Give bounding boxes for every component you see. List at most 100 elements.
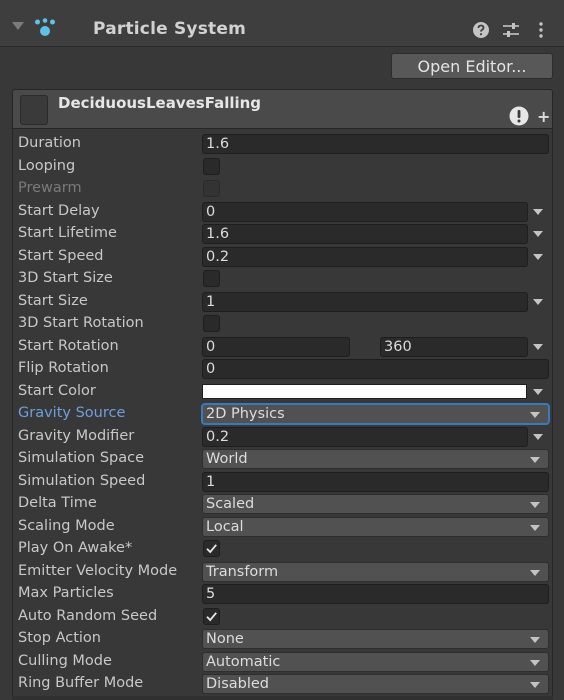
help-icon[interactable]: [472, 21, 490, 39]
start-size-field[interactable]: 1: [202, 292, 528, 312]
row-start-delay: Start Delay 0: [0, 201, 564, 223]
3d-start-size-checkbox[interactable]: [203, 270, 220, 287]
delta-time-dropdown[interactable]: Scaled: [202, 494, 549, 514]
play-on-awake-label: Play On Awake*: [18, 540, 133, 556]
delta-time-value: Scaled: [206, 496, 255, 512]
looping-checkbox[interactable]: [203, 158, 220, 175]
duration-field[interactable]: 1.6: [202, 134, 549, 154]
3d-start-rotation-checkbox[interactable]: [203, 315, 220, 332]
presets-icon[interactable]: [502, 21, 520, 39]
flip-rotation-field[interactable]: 0: [202, 359, 549, 379]
gravity-modifier-mode-dropdown-icon[interactable]: [533, 434, 543, 440]
row-start-color: Start Color: [0, 381, 564, 403]
gravity-modifier-label: Gravity Modifier: [18, 428, 135, 444]
row-3d-start-rotation: 3D Start Rotation: [0, 313, 564, 335]
particle-system-name: DeciduousLeavesFalling: [58, 94, 262, 112]
play-on-awake-checkbox[interactable]: [203, 540, 220, 557]
start-delay-label: Start Delay: [18, 203, 100, 219]
start-rotation-min-field[interactable]: 0: [202, 337, 350, 357]
simulation-speed-label: Simulation Speed: [18, 473, 146, 489]
start-size-label: Start Size: [18, 293, 88, 309]
flip-rotation-label: Flip Rotation: [18, 360, 109, 376]
chevron-down-icon: [530, 412, 540, 418]
stop-action-label: Stop Action: [18, 630, 101, 646]
start-lifetime-field[interactable]: 1.6: [202, 224, 528, 244]
row-gravity-modifier: Gravity Modifier 0.2: [0, 426, 564, 448]
chevron-down-icon: [530, 570, 540, 576]
open-editor-button[interactable]: Open Editor...: [391, 53, 553, 79]
gravity-modifier-field[interactable]: 0.2: [202, 427, 528, 447]
warning-icon[interactable]: [509, 106, 529, 126]
chevron-down-icon: [530, 457, 540, 463]
scaling-mode-label: Scaling Mode: [18, 518, 115, 534]
start-lifetime-mode-dropdown-icon[interactable]: [533, 231, 543, 237]
row-scaling-mode: Scaling Mode Local: [0, 516, 564, 538]
start-rotation-label: Start Rotation: [18, 338, 119, 354]
component-title: Particle System: [93, 19, 246, 39]
row-auto-random-seed: Auto Random Seed: [0, 606, 564, 628]
add-icon[interactable]: +: [537, 109, 550, 125]
scaling-mode-dropdown[interactable]: Local: [202, 517, 549, 537]
prewarm-label: Prewarm: [18, 180, 82, 196]
row-looping: Looping: [0, 156, 564, 178]
culling-mode-value: Automatic: [206, 654, 281, 670]
start-rotation-mode-dropdown-icon[interactable]: [533, 344, 543, 350]
auto-random-seed-checkbox[interactable]: [203, 608, 220, 625]
scaling-mode-value: Local: [206, 519, 244, 535]
delta-time-label: Delta Time: [18, 495, 97, 511]
row-simulation-speed: Simulation Speed 1: [0, 471, 564, 493]
ring-buffer-mode-dropdown[interactable]: Disabled: [202, 674, 549, 694]
max-particles-field[interactable]: 5: [202, 584, 549, 604]
row-3d-start-size: 3D Start Size: [0, 268, 564, 290]
row-start-speed: Start Speed 0.2: [0, 246, 564, 268]
simulation-space-dropdown[interactable]: World: [202, 449, 549, 469]
max-particles-label: Max Particles: [18, 585, 114, 601]
gravity-source-label: Gravity Source: [18, 405, 126, 421]
row-culling-mode: Culling Mode Automatic: [0, 651, 564, 673]
start-speed-mode-dropdown-icon[interactable]: [533, 254, 543, 260]
start-speed-label: Start Speed: [18, 248, 104, 264]
culling-mode-dropdown[interactable]: Automatic: [202, 652, 549, 672]
more-menu-icon[interactable]: [532, 21, 550, 39]
emitter-velocity-mode-dropdown[interactable]: Transform: [202, 562, 549, 582]
looping-label: Looping: [18, 158, 76, 174]
row-delta-time: Delta Time Scaled: [0, 493, 564, 515]
culling-mode-label: Culling Mode: [18, 653, 112, 669]
fold-arrow-icon[interactable]: [12, 22, 24, 30]
start-speed-field[interactable]: 0.2: [202, 247, 528, 267]
row-gravity-source: Gravity Source 2D Physics: [0, 403, 564, 425]
start-delay-mode-dropdown-icon[interactable]: [533, 209, 543, 215]
simulation-speed-field[interactable]: 1: [202, 472, 549, 492]
particle-system-icon: [35, 18, 55, 36]
simulation-space-value: World: [206, 451, 248, 467]
ring-buffer-mode-value: Disabled: [206, 676, 269, 692]
row-start-lifetime: Start Lifetime 1.6: [0, 223, 564, 245]
3d-start-size-label: 3D Start Size: [18, 270, 113, 286]
emitter-velocity-mode-value: Transform: [206, 564, 279, 580]
row-simulation-space: Simulation Space World: [0, 448, 564, 470]
component-header: Particle System: [0, 0, 564, 47]
row-play-on-awake: Play On Awake*: [0, 538, 564, 560]
stop-action-value: None: [206, 631, 244, 647]
gravity-source-dropdown[interactable]: 2D Physics: [202, 404, 549, 424]
chevron-down-icon: [530, 502, 540, 508]
start-rotation-max-field[interactable]: 360: [380, 337, 528, 357]
ring-buffer-mode-label: Ring Buffer Mode: [18, 675, 144, 691]
chevron-down-icon: [530, 637, 540, 643]
gravity-source-value: 2D Physics: [206, 406, 285, 422]
simulation-space-label: Simulation Space: [18, 450, 145, 466]
particle-system-module-header[interactable]: DeciduousLeavesFalling +: [12, 89, 553, 129]
start-size-mode-dropdown-icon[interactable]: [533, 299, 543, 305]
start-delay-field[interactable]: 0: [202, 202, 528, 222]
chevron-down-icon: [530, 682, 540, 688]
checkmark-icon: [206, 544, 217, 554]
start-color-swatch[interactable]: [202, 384, 527, 399]
auto-random-seed-label: Auto Random Seed: [18, 608, 158, 624]
checkmark-icon: [206, 612, 217, 622]
stop-action-dropdown[interactable]: None: [202, 629, 549, 649]
row-prewarm: Prewarm: [0, 178, 564, 200]
chevron-down-icon: [530, 660, 540, 666]
chevron-down-icon: [530, 525, 540, 531]
duration-label: Duration: [18, 135, 81, 151]
start-color-mode-dropdown-icon[interactable]: [533, 389, 543, 395]
